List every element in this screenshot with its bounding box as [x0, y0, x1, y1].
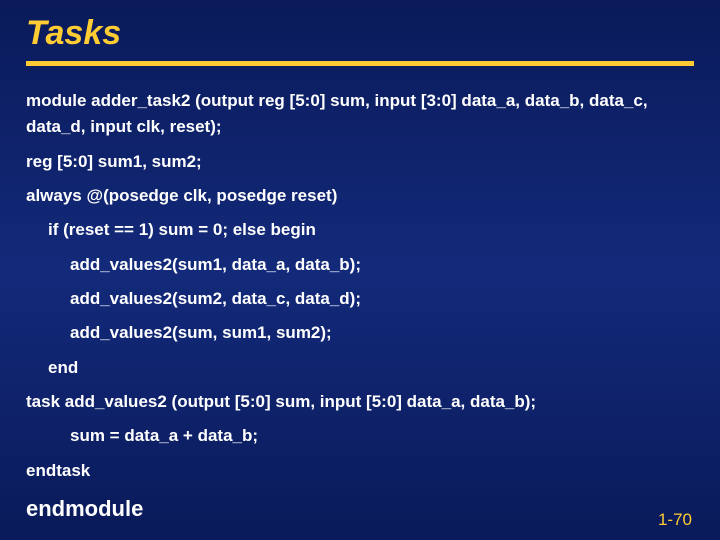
slide-title: Tasks: [26, 14, 694, 53]
code-line: add_values2(sum2, data_c, data_d);: [26, 286, 694, 312]
code-line: add_values2(sum1, data_a, data_b);: [26, 252, 694, 278]
code-line: task add_values2 (output [5:0] sum, inpu…: [26, 389, 694, 415]
code-line: sum = data_a + data_b;: [26, 423, 694, 449]
code-line-endmodule: endmodule: [26, 492, 694, 526]
code-line: add_values2(sum, sum1, sum2);: [26, 320, 694, 346]
code-line: always @(posedge clk, posedge reset): [26, 183, 694, 209]
code-line: module adder_task2 (output reg [5:0] sum…: [26, 88, 694, 141]
code-line: end: [26, 355, 694, 381]
code-line: if (reset == 1) sum = 0; else begin: [26, 217, 694, 243]
code-line: endtask: [26, 458, 694, 484]
code-line: reg [5:0] sum1, sum2;: [26, 149, 694, 175]
title-underline: [26, 61, 694, 66]
code-block: module adder_task2 (output reg [5:0] sum…: [26, 88, 694, 526]
page-number: 1-70: [658, 510, 692, 530]
